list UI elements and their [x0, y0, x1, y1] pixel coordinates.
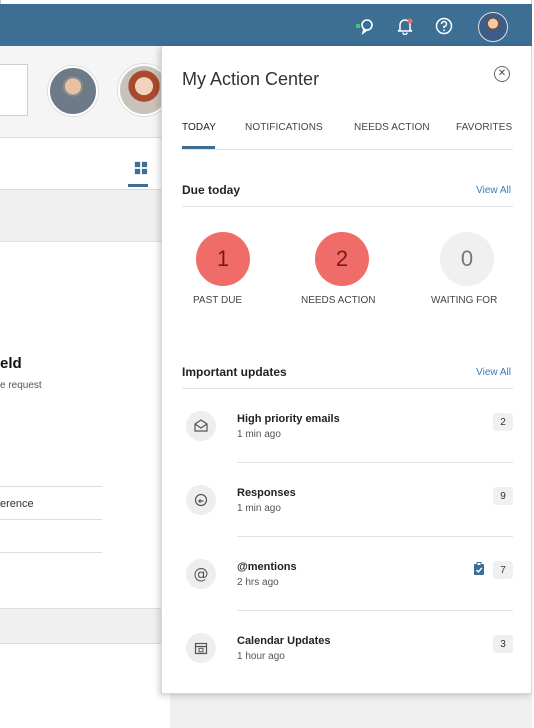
background-lower	[0, 644, 170, 728]
update-title: @mentions	[237, 561, 297, 573]
background-footer-band	[0, 608, 170, 644]
due-today-view-all-link[interactable]: View All	[476, 185, 511, 196]
divider	[0, 486, 102, 487]
update-item-calendar-updates[interactable]: Calendar Updates 1 hour ago 3	[182, 611, 513, 685]
important-updates-label: Important updates	[182, 365, 287, 379]
at-sign-icon: @	[186, 559, 216, 589]
clipboard-check-icon	[473, 562, 485, 576]
tab-bar: TODAY NOTIFICATIONS NEEDS ACTION FAVORIT…	[182, 122, 513, 150]
user-avatar[interactable]	[478, 12, 508, 42]
envelope-icon	[186, 411, 216, 441]
update-item-responses[interactable]: Responses 1 min ago 9	[182, 463, 513, 537]
reply-icon	[186, 485, 216, 515]
tab-notifications[interactable]: NOTIFICATIONS	[245, 122, 323, 133]
screen: eld e request erence My Action Center ✕ …	[0, 0, 534, 728]
important-updates-header: Important updates View All	[182, 365, 513, 389]
divider	[0, 552, 102, 553]
waiting-for-counter[interactable]: 0	[440, 232, 494, 286]
update-count-badge: 3	[493, 635, 513, 653]
needs-action-label: NEEDS ACTION	[301, 295, 376, 306]
background-right-band	[170, 694, 532, 728]
grid-tab-indicator	[128, 184, 148, 187]
update-item-mentions[interactable]: @ @mentions 2 hrs ago 7	[182, 537, 513, 611]
avatar[interactable]	[48, 66, 98, 116]
background-field[interactable]: erence	[0, 498, 34, 510]
waiting-for-label: WAITING FOR	[431, 295, 498, 306]
background-subtitle: e request	[0, 380, 42, 391]
update-time: 2 hrs ago	[237, 577, 279, 588]
background-title: eld	[0, 355, 22, 372]
update-title: High priority emails	[237, 413, 340, 425]
panel-title: My Action Center	[182, 69, 320, 89]
update-count-badge: 7	[493, 561, 513, 579]
needs-action-counter[interactable]: 2	[315, 232, 369, 286]
background-input[interactable]	[0, 64, 28, 116]
past-due-label: PAST DUE	[193, 295, 243, 306]
divider	[0, 519, 102, 520]
past-due-counter[interactable]: 1	[196, 232, 250, 286]
close-icon[interactable]: ✕	[494, 66, 510, 82]
grid-view-icon[interactable]	[134, 161, 150, 177]
tab-favorites[interactable]: FAVORITES	[456, 122, 512, 133]
update-title: Calendar Updates	[237, 635, 331, 647]
due-today-header: Due today View All	[182, 183, 513, 207]
update-item-high-priority-emails[interactable]: High priority emails 1 min ago 2	[182, 389, 513, 463]
tab-today[interactable]: TODAY	[182, 122, 216, 133]
important-updates-view-all-link[interactable]: View All	[476, 367, 511, 378]
top-bar	[0, 4, 532, 46]
update-title: Responses	[237, 487, 296, 499]
update-count-badge: 2	[493, 413, 513, 431]
help-icon[interactable]	[435, 17, 453, 35]
action-center-panel: My Action Center ✕ TODAY NOTIFICATIONS N…	[161, 46, 532, 694]
calendar-icon	[186, 633, 216, 663]
bell-icon[interactable]	[396, 17, 414, 35]
background-content	[0, 242, 170, 608]
due-today-label: Due today	[182, 183, 241, 197]
tab-needs-action[interactable]: NEEDS ACTION	[354, 122, 430, 133]
update-time: 1 min ago	[237, 503, 281, 514]
background-band	[0, 190, 170, 242]
chat-icon[interactable]	[356, 17, 374, 35]
update-count-badge: 9	[493, 487, 513, 505]
active-tab-indicator	[182, 146, 215, 149]
update-time: 1 min ago	[237, 429, 281, 440]
update-time: 1 hour ago	[237, 651, 285, 662]
